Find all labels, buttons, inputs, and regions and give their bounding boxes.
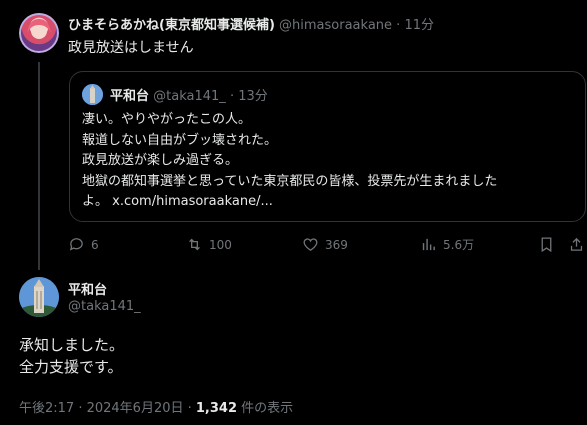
reply-meta: 午後2:17 · 2024年6月20日 · 1,342 件の表示: [19, 397, 293, 416]
author-display-name[interactable]: ひまそらあかね(東京都知事選候補): [68, 18, 275, 33]
author-handle[interactable]: @himasoraakane: [279, 18, 392, 33]
reply-button[interactable]: 6: [68, 236, 99, 253]
tweet-text: 政見放送はしません: [68, 40, 194, 56]
avatar-himasoraakane[interactable]: [19, 13, 59, 53]
avatar-taka141[interactable]: [19, 277, 59, 317]
reply-view-suffix: 件の表示: [237, 401, 294, 416]
views-chart-icon: [422, 238, 435, 251]
repost-count: 100: [209, 237, 232, 252]
reply-display-name[interactable]: 平和台: [68, 279, 107, 298]
bookmark-button[interactable]: [538, 236, 555, 253]
reply-view-count: 1,342: [195, 401, 238, 416]
separator-dot: ·: [229, 89, 235, 104]
reply-text-line: 承知しました。: [19, 336, 125, 354]
quoted-time[interactable]: 13分: [238, 89, 268, 104]
reply-text: 承知しました。 全力支援です。: [19, 334, 124, 378]
reply-icon: [69, 238, 83, 251]
quoted-text-line: 地獄の都知事選挙と思っていた東京都民の皆様、投票先が生まれました: [82, 173, 498, 189]
quoted-handle[interactable]: @taka141_: [153, 89, 226, 104]
repost-button[interactable]: 100: [186, 236, 232, 253]
avatar-illustration-icon: [19, 13, 59, 53]
reply-count: 6: [91, 237, 99, 252]
share-button[interactable]: [568, 236, 585, 253]
thread-connector-line: [38, 62, 40, 270]
quoted-tweet-card[interactable]: 平和台 @taka141_ · 13分 凄い。やりやがったこの人。 報道しない自…: [69, 71, 586, 222]
bookmark-icon: [541, 237, 552, 253]
tweet-time[interactable]: 11分: [404, 18, 434, 33]
reply-handle[interactable]: @taka141_: [68, 299, 141, 314]
view-count: 5.6万: [443, 238, 475, 252]
avatar-taka141-small[interactable]: [82, 84, 103, 105]
reply-timestamp[interactable]: 午後2:17 · 2024年6月20日 ·: [19, 401, 196, 416]
quoted-display-name[interactable]: 平和台: [110, 89, 149, 104]
heart-icon: [303, 238, 318, 251]
quoted-text-line: 政見放送が楽しみ過ぎる。: [82, 153, 239, 168]
separator-dot: ·: [396, 18, 401, 33]
like-count: 369: [325, 237, 348, 252]
repost-icon: [189, 238, 200, 251]
like-button[interactable]: 369: [302, 236, 348, 253]
views-button[interactable]: 5.6万: [420, 236, 474, 253]
reply-text-line: 全力支援です。: [19, 358, 123, 376]
quoted-text-line: よ。 x.com/himasoraakane/...: [82, 194, 273, 209]
tower-icon: [19, 277, 59, 317]
tower-icon: [82, 84, 103, 105]
quoted-text-line: 報道しない自由がブッ壊された。: [82, 132, 278, 148]
share-icon: [570, 237, 583, 251]
quoted-text: 凄い。やりやがったこの人。 報道しない自由がブッ壊された。 政見放送が楽しみ過ぎ…: [82, 110, 582, 213]
quoted-text-line: 凄い。やりやがったこの人。: [82, 112, 252, 127]
